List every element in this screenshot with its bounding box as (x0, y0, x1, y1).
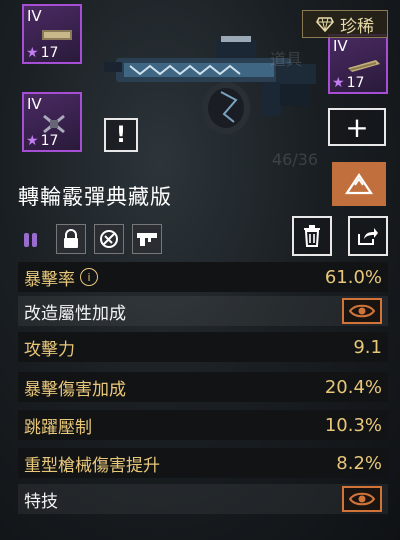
stat-row-mod-bonus: 改造屬性加成 (18, 296, 388, 326)
mod-level: ★ 17 (26, 133, 59, 149)
stat-value: 8.2% (336, 452, 382, 474)
eye-icon (349, 304, 375, 318)
alert-label: ! (115, 122, 127, 148)
stat-row-heavy-weapon-damage: 重型槍械傷害提升 8.2% (18, 448, 388, 478)
add-mod-button[interactable]: + (328, 108, 386, 146)
lock-icon (64, 229, 78, 248)
stat-label: 改造屬性加成 (24, 303, 126, 324)
alert-button[interactable]: ! (104, 118, 138, 152)
view-special-skill-button[interactable] (342, 486, 382, 512)
view-mod-bonus-button[interactable] (342, 298, 382, 324)
no-repair-button[interactable] (94, 224, 124, 254)
mod-slot-2[interactable]: IV ★ 17 (22, 92, 82, 152)
stat-label: 暴擊率 i (24, 265, 98, 290)
ammo-icon (18, 226, 44, 252)
diamond-icon (316, 17, 334, 32)
stat-value: 61.0% (324, 266, 382, 288)
lock-button[interactable] (56, 224, 86, 254)
mod-tier: IV (333, 37, 348, 55)
stat-value: 9.1 (353, 336, 382, 358)
stat-value: 20.4% (324, 376, 382, 398)
trash-icon (304, 225, 320, 247)
gun-type-icon (137, 233, 157, 246)
info-icon[interactable]: i (80, 268, 98, 286)
stat-value: 10.3% (324, 414, 382, 436)
delete-button[interactable] (292, 216, 332, 256)
mod-level: ★ 17 (26, 45, 59, 61)
stat-label: 特技 (24, 491, 58, 512)
rarity-badge: 珍稀 (302, 10, 388, 38)
stat-row-crit-rate: 暴擊率 i 61.0% (18, 262, 388, 292)
add-label: + (345, 110, 369, 144)
weapon-name: 轉輪霰彈典藏版 (18, 185, 172, 209)
upgrade-icon (345, 173, 373, 195)
star-icon: ★ (26, 45, 39, 61)
stat-label: 重型槍械傷害提升 (24, 455, 160, 476)
background-text: 46/36 (272, 150, 319, 169)
mod-slot-3[interactable]: IV ★ 17 (328, 34, 388, 94)
stat-row-crit-damage: 暴擊傷害加成 20.4% (18, 372, 388, 402)
upgrade-button[interactable] (332, 162, 386, 206)
gun-type-button[interactable] (132, 224, 162, 254)
stat-label: 跳躍壓制 (24, 417, 92, 438)
stat-row-special-skill: 特技 (18, 484, 388, 514)
stat-row-attack: 攻擊力 9.1 (18, 332, 388, 362)
mod-tier: IV (27, 95, 42, 113)
star-icon: ★ (332, 75, 345, 91)
no-repair-icon (100, 230, 118, 248)
mod-tier: IV (27, 7, 42, 25)
star-icon: ★ (26, 133, 39, 149)
stat-row-jump-suppression: 跳躍壓制 10.3% (18, 410, 388, 440)
eye-icon (349, 492, 375, 506)
share-icon (358, 228, 378, 245)
background-text: 道具 (270, 50, 303, 69)
share-button[interactable] (348, 216, 388, 256)
mod-level: ★ 17 (332, 75, 365, 91)
weapon-detail-panel: 道具 46/36 IV ★17 IV ★17 IV ★17 珍稀 ! + (0, 0, 400, 540)
stat-label: 攻擊力 (24, 339, 75, 360)
stat-label: 暴擊傷害加成 (24, 379, 126, 400)
rarity-label: 珍稀 (340, 16, 374, 37)
mod-slot-1[interactable]: IV ★ 17 (22, 4, 82, 64)
